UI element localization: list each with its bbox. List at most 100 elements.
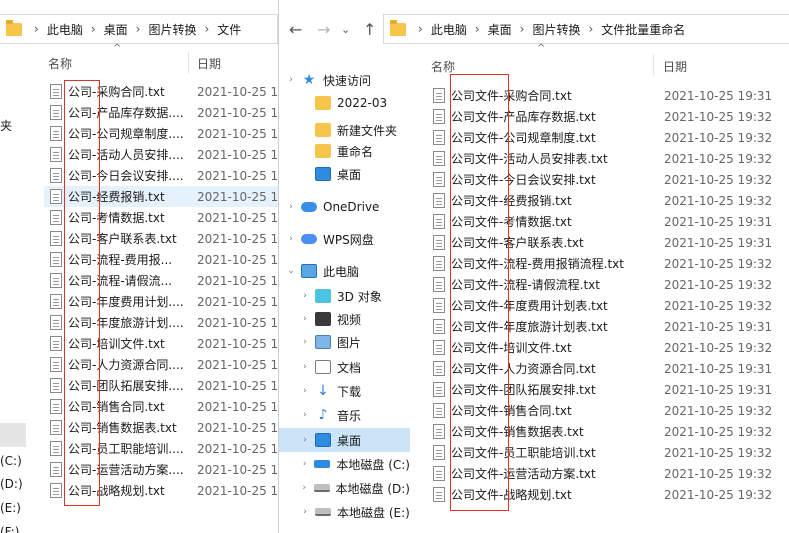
file-row[interactable]: 公司文件-销售数据表.txt 2021-10-25 19:32 [429,421,784,442]
nav-item[interactable]: › 本地磁盘 (C:) [279,452,410,476]
nav-item[interactable]: › ♪ 音乐 [279,403,410,427]
text-file-icon [50,168,62,183]
breadcrumb-item[interactable]: 图片转换 [148,21,196,38]
column-header-date[interactable]: 日期 [197,55,221,72]
file-row[interactable]: 公司文件-流程-请假流程.txt 2021-10-25 19:32 [429,274,784,295]
file-row[interactable]: 公司-运营活动方案.... 2021-10-25 19 [44,459,278,480]
nav-fragment[interactable]: (C:) [0,454,22,468]
nav-item[interactable]: › 图片 [279,330,410,354]
up-button[interactable]: ↑ [363,20,376,39]
chevron-right-icon[interactable]: › [299,435,311,445]
file-row[interactable]: 公司文件-战略规划.txt 2021-10-25 19:32 [429,484,784,505]
breadcrumb-item[interactable]: 文件批量重命名 [601,21,685,38]
nav-item[interactable]: › ↓ 下载 [279,379,410,403]
chevron-right-icon[interactable]: › [285,202,297,212]
breadcrumb-item[interactable]: 桌面 [488,21,512,38]
chevron-right-icon[interactable]: › [299,507,311,517]
file-row[interactable]: 公司文件-采购合同.txt 2021-10-25 19:31 [429,85,784,106]
chevron-right-icon[interactable]: › [299,291,311,301]
chevron-right-icon[interactable]: › [299,459,310,469]
nav-fragment[interactable]: (D:) [0,477,23,491]
file-row[interactable]: 公司-客户联系表.txt 2021-10-25 19 [44,228,278,249]
breadcrumb-item[interactable]: 此电脑 [431,21,467,38]
nav-item[interactable]: 桌面 [279,162,410,186]
chevron-right-icon[interactable]: › [299,483,310,493]
nav-item[interactable]: › 3D 对象 [279,284,410,308]
file-row[interactable]: 公司-采购合同.txt 2021-10-25 19 [44,81,278,102]
file-row[interactable]: 公司-经费报销.txt 2021-10-25 19 [44,186,278,207]
file-row[interactable]: 公司文件-活动人员安排表.txt 2021-10-25 19:32 [429,148,784,169]
nav-fragment[interactable]: 夹 [0,117,12,134]
file-row[interactable]: 公司-今日会议安排.... 2021-10-25 19 [44,165,278,186]
breadcrumb-item[interactable]: 桌面 [104,21,128,38]
chevron-right-icon[interactable]: › [285,234,297,244]
file-row[interactable]: 公司文件-销售合同.txt 2021-10-25 19:32 [429,400,784,421]
nav-item[interactable]: › 本地磁盘 (E:) [279,500,410,524]
file-row[interactable]: 公司文件-年度费用计划表.txt 2021-10-25 19:32 [429,295,784,316]
file-row[interactable]: 公司文件-流程-费用报销流程.txt 2021-10-25 19:32 [429,253,784,274]
forward-button[interactable]: → [317,20,330,39]
file-row[interactable]: 公司-流程-费用报... 2021-10-25 19 [44,249,278,270]
nav-item[interactable]: › 桌面 [279,428,410,452]
right-address-bar[interactable]: › 此电脑 › 桌面 › 图片转换 › 文件批量重命名 [383,14,789,44]
chevron-right-icon[interactable]: › [299,337,311,347]
chevron-right-icon[interactable]: › [285,75,297,85]
breadcrumb-item[interactable]: 文件 [217,21,241,38]
nav-item-label: 重命名 [337,144,374,159]
file-row[interactable]: 公司文件-团队拓展安排.txt 2021-10-25 19:31 [429,379,784,400]
file-row[interactable]: 公司-销售合同.txt 2021-10-25 19 [44,396,278,417]
file-row[interactable]: 公司文件-员工职能培训.txt 2021-10-25 19:32 [429,442,784,463]
recent-dropdown-icon[interactable]: ⌄ [341,23,350,36]
file-row[interactable]: 公司文件-培训文件.txt 2021-10-25 19:32 [429,337,784,358]
nav-item[interactable]: › 文档 [279,355,410,379]
column-header-name[interactable]: 名称 [48,55,72,72]
column-header-name[interactable]: 名称 [431,58,455,75]
file-row[interactable]: 公司-年度费用计划.... 2021-10-25 19 [44,291,278,312]
file-row[interactable]: 公司文件-人力资源合同.txt 2021-10-25 19:31 [429,358,784,379]
file-row[interactable]: 公司-销售数据表.txt 2021-10-25 19 [44,417,278,438]
file-row[interactable]: 公司文件-今日会议安排.txt 2021-10-25 19:32 [429,169,784,190]
file-row[interactable]: 公司文件-客户联系表.txt 2021-10-25 19:31 [429,232,784,253]
chevron-right-icon[interactable]: › [299,314,311,324]
column-divider[interactable] [188,52,189,74]
file-row[interactable]: 公司文件-年度旅游计划表.txt 2021-10-25 19:31 [429,316,784,337]
nav-item[interactable]: › 本地磁盘 (D:) [279,476,410,500]
nav-item[interactable]: › 视频 [279,307,410,331]
column-divider[interactable] [653,54,654,76]
file-row[interactable]: 公司-考情数据.txt 2021-10-25 19 [44,207,278,228]
file-row[interactable]: 公司-培训文件.txt 2021-10-25 19 [44,333,278,354]
file-row[interactable]: 公司-公司规章制度.... 2021-10-25 19 [44,123,278,144]
file-row[interactable]: 公司-年度旅游计划.... 2021-10-25 19 [44,312,278,333]
text-file-icon [433,277,445,292]
file-row[interactable]: 公司-团队拓展安排.... 2021-10-25 19 [44,375,278,396]
nav-fragment[interactable]: (F:) [0,525,19,533]
nav-item[interactable]: 重命名 [279,139,410,163]
nav-item[interactable]: › OneDrive [279,195,410,219]
nav-item[interactable]: 2022-03 [279,91,410,115]
nav-item[interactable]: › ★ 快速访问 [279,68,410,92]
file-row[interactable]: 公司-人力资源合同.... 2021-10-25 19 [44,354,278,375]
file-row[interactable]: 公司文件-经费报销.txt 2021-10-25 19:32 [429,190,784,211]
nav-item[interactable]: ⌄ 此电脑 [279,259,410,283]
file-row[interactable]: 公司文件-运营活动方案.txt 2021-10-25 19:32 [429,463,784,484]
back-button[interactable]: ← [289,20,302,39]
file-row[interactable]: 公司文件-考情数据.txt 2021-10-25 19:31 [429,211,784,232]
left-address-bar[interactable]: › 此电脑 › 桌面 › 图片转换 › 文件 [0,14,278,44]
nav-fragment[interactable]: (E:) [0,501,21,515]
breadcrumb-item[interactable]: 图片转换 [532,21,580,38]
chevron-right-icon[interactable]: › [299,410,311,420]
file-row[interactable]: 公司-产品库存数据.... 2021-10-25 19 [44,102,278,123]
file-row[interactable]: 公司-流程-请假流... 2021-10-25 19 [44,270,278,291]
chevron-right-icon[interactable]: › [299,362,311,372]
file-date: 2021-10-25 19 [197,399,278,414]
file-row[interactable]: 公司-战略规划.txt 2021-10-25 19 [44,480,278,501]
file-row[interactable]: 公司文件-公司规章制度.txt 2021-10-25 19:32 [429,127,784,148]
column-header-date[interactable]: 日期 [663,58,687,75]
file-row[interactable]: 公司文件-产品库存数据.txt 2021-10-25 19:32 [429,106,784,127]
file-row[interactable]: 公司-员工职能培训.... 2021-10-25 19 [44,438,278,459]
file-row[interactable]: 公司-活动人员安排.... 2021-10-25 19 [44,144,278,165]
chevron-right-icon[interactable]: ⌄ [285,266,297,276]
breadcrumb-item[interactable]: 此电脑 [47,21,83,38]
chevron-right-icon[interactable]: › [299,386,311,396]
nav-item[interactable]: › WPS网盘 [279,227,410,251]
